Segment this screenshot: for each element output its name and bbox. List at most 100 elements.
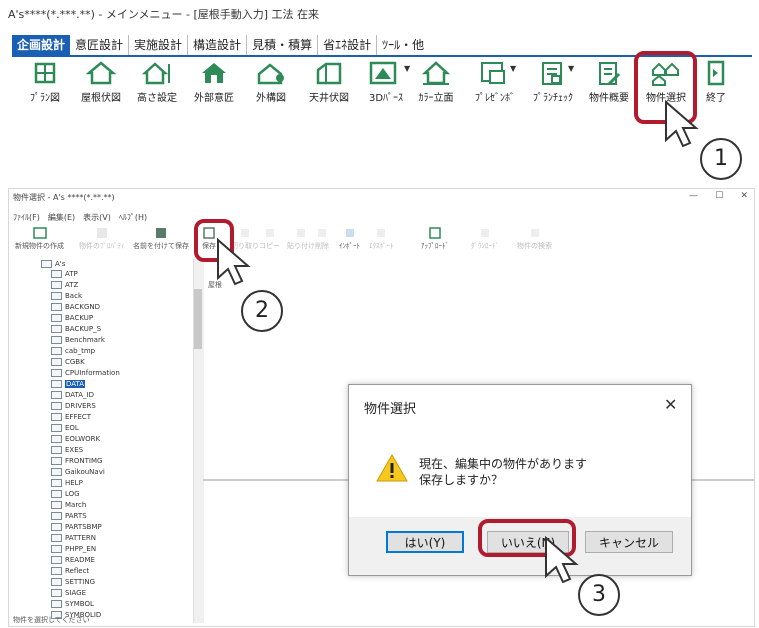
tree-item[interactable]: PATTERN — [51, 533, 96, 543]
properties-icon — [96, 228, 107, 238]
tree-item[interactable]: BACKUP — [51, 313, 93, 323]
tree-item-label: DRIVERS — [65, 402, 96, 410]
tree-item-label: README — [65, 556, 95, 564]
tree-item[interactable]: PARTSBMP — [51, 522, 102, 532]
tree-item[interactable]: DATA_ID — [51, 390, 94, 400]
exterior-design-button[interactable]: 外部意匠 — [185, 60, 243, 104]
dialog-question: 保存しますか？ — [419, 473, 504, 487]
tree-item[interactable]: HELP — [51, 478, 83, 488]
dialog-close-icon[interactable]: ✕ — [664, 395, 677, 414]
folder-icon — [51, 578, 62, 586]
tree-item[interactable]: BACKGND — [51, 302, 100, 312]
tree-item[interactable]: FRONTIMG — [51, 456, 102, 466]
exit-button[interactable]: 終了 — [696, 60, 736, 104]
folder-icon — [51, 468, 62, 476]
tree-item[interactable]: EFFECT — [51, 412, 91, 422]
tree-item[interactable]: Back — [51, 291, 82, 301]
tree-item[interactable]: Benchmark — [51, 335, 105, 345]
new-property-button[interactable]: 新規物件の作成 — [15, 227, 64, 251]
roof-plan-button[interactable]: 屋根伏図 — [76, 60, 126, 104]
save-as-button[interactable]: 名前を付けて保存 — [133, 227, 189, 251]
import-icon — [345, 229, 354, 237]
tree-item[interactable]: EOL — [51, 423, 79, 433]
tree-item-label: PARTSBMP — [65, 523, 102, 531]
tree-item[interactable]: README — [51, 555, 95, 565]
folder-icon — [51, 446, 62, 454]
export-button[interactable]: ｴｸｽﾎﾟｰﾄ — [369, 227, 394, 251]
folder-icon — [51, 479, 62, 487]
delete-button[interactable]: 削除 — [315, 227, 329, 251]
plan-drawing-button[interactable]: ﾌﾟﾗﾝ図 — [20, 60, 70, 104]
import-button[interactable]: ｲﾝﾎﾟｰﾄ — [339, 227, 360, 251]
tree-item[interactable]: SETTING — [51, 577, 95, 587]
folder-icon — [51, 556, 62, 564]
folder-icon — [51, 600, 62, 608]
tree-item[interactable]: GaikouNavi — [51, 467, 105, 477]
color-elevation-icon — [421, 61, 451, 85]
tree-item[interactable]: LOG — [51, 489, 80, 499]
exterior-structure-icon — [257, 63, 284, 85]
tab-energy[interactable]: 省ｴﾈ設計 — [318, 35, 378, 55]
folder-icon — [41, 260, 52, 268]
tree-item-label: BACKUP — [65, 314, 94, 322]
tree-item-label: PARTS — [65, 512, 87, 520]
tree-item[interactable]: PARTS — [51, 511, 87, 521]
paste-button[interactable]: 貼り付け — [287, 227, 315, 251]
tree-scrollbar-thumb[interactable] — [194, 289, 202, 349]
tree-item[interactable]: EXES — [51, 445, 83, 455]
plan-check-button[interactable]: ▼ ﾌﾟﾗﾝﾁｪｯｸ — [524, 60, 582, 104]
tree-item[interactable]: SYMBOL — [51, 599, 94, 609]
folder-tree[interactable]: A's ATP ATZ Back BACKGND BACKUP BACKUP_S Bench… — [13, 259, 193, 623]
search-button[interactable]: 物件の検索 — [517, 227, 552, 251]
tree-item-label: EOLWORK — [65, 435, 101, 443]
tree-item-label: CGBK — [65, 358, 85, 366]
download-button[interactable]: ﾀﾞｳﾝﾛｰﾄﾞ — [471, 227, 499, 251]
color-elevation-button[interactable]: ｶﾗｰ立面 — [410, 60, 462, 104]
tree-item[interactable]: BACKUP_S — [51, 324, 101, 334]
close-icon[interactable]: ✕ — [740, 191, 748, 201]
tree-item[interactable]: ATZ — [51, 280, 78, 290]
upload-button[interactable]: ｱｯﾌﾟﾛｰﾄﾞ — [421, 227, 449, 251]
plan-drawing-icon — [34, 62, 56, 84]
presentation-board-icon — [481, 62, 505, 84]
tree-item[interactable]: PHPP_EN — [51, 544, 96, 554]
tree-item[interactable]: DATA — [51, 379, 86, 389]
tab-estimate[interactable]: 見積・積算 — [247, 35, 319, 55]
tree-item[interactable]: Reflect — [51, 566, 89, 576]
tree-root[interactable]: A's — [41, 259, 65, 269]
warning-icon — [376, 453, 408, 482]
minimize-icon[interactable]: — — [689, 191, 698, 201]
tree-item[interactable]: DRIVERS — [51, 401, 96, 411]
tree-item[interactable]: March — [51, 500, 86, 510]
tree-item[interactable]: ATP — [51, 269, 78, 279]
tab-tools[interactable]: ﾂｰﾙ・他 — [377, 35, 429, 55]
tab-structure[interactable]: 構造設計 — [188, 35, 248, 55]
exterior-structure-button[interactable]: 外構図 — [246, 60, 296, 104]
tree-item[interactable]: CPUInformation — [51, 368, 120, 378]
tree-item[interactable]: cab_tmp — [51, 346, 95, 356]
property-summary-button[interactable]: 物件概要 — [585, 60, 633, 104]
yes-button[interactable]: はい(Y) — [386, 531, 464, 553]
tab-execution[interactable]: 実施設計 — [129, 35, 189, 55]
new-icon — [32, 227, 47, 239]
property-properties-button[interactable]: 物件のﾌﾟﾛﾊﾟﾃｨ — [79, 227, 125, 251]
presentation-board-button[interactable]: ▼ ﾌﾟﾚｾﾞﾝﾎﾞ — [466, 60, 524, 104]
tree-item[interactable]: SIAGE — [51, 588, 86, 598]
3d-perspective-button[interactable]: ▼ 3Dﾊﾟｰｽ — [360, 60, 412, 104]
ceiling-plan-button[interactable]: 天井伏図 — [302, 60, 356, 104]
tree-item[interactable]: CGBK — [51, 357, 85, 367]
tree-item-label: PHPP_EN — [65, 545, 97, 553]
tab-planning[interactable]: 企画設計 — [12, 35, 71, 55]
tab-design[interactable]: 意匠設計 — [70, 35, 130, 55]
height-setting-button[interactable]: 高さ設定 — [131, 60, 183, 104]
step-callout-3: 3 — [578, 574, 620, 616]
folder-icon — [51, 270, 62, 278]
tree-item-label: LOG — [65, 490, 80, 498]
tree-item[interactable]: EOLWORK — [51, 434, 100, 444]
folder-icon — [51, 402, 62, 410]
menu-bar[interactable]: ﾌｧｲﾙ(F) 編集(E) 表示(V) ﾍﾙﾌﾟ(H) — [13, 212, 147, 223]
save-as-icon — [156, 228, 166, 238]
exterior-design-icon — [202, 63, 226, 83]
upload-icon — [429, 227, 441, 239]
maximize-icon[interactable]: ☐ — [715, 191, 723, 201]
